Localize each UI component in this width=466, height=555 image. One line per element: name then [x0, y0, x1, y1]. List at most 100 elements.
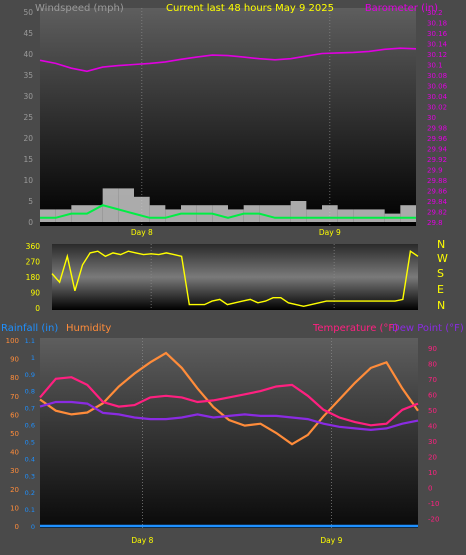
- humidity-tick-label: 0: [15, 523, 19, 531]
- compass-labels: NWSEN: [437, 238, 448, 312]
- compass-label: E: [437, 283, 444, 296]
- day-tick-label: Day 9: [319, 228, 341, 237]
- humidity-tick-label: 40: [10, 449, 19, 457]
- windspeed-tick-label: 30: [23, 92, 33, 101]
- rainfall-tick-label: 0.4: [25, 455, 35, 463]
- temperature-axis-title: Temperature (°F): [312, 323, 398, 334]
- humidity-tick-label: 80: [10, 374, 19, 382]
- temp-hum-x-axis: Day 8 Day 9: [131, 536, 342, 545]
- day-tick-label: Day 8: [131, 228, 153, 237]
- wind-gust-bar: [149, 205, 166, 222]
- rainfall-tick-label: 0: [31, 523, 35, 531]
- day-tick-label: Day 8: [131, 536, 153, 545]
- humidity-axis: 0 10 20 30 40 50 60 70 80 90 100: [6, 337, 19, 531]
- barometer-axis: 29.8 29.82 29.84 29.86 29.88 29.9 29.92 29.94 29…: [427, 9, 448, 227]
- compass-label: N: [437, 299, 445, 312]
- weather-charts: 05101520253035404550 29.829.8229.8429.86…: [1, 3, 464, 545]
- temperature-tick-label: 70: [428, 376, 437, 384]
- rainfall-axis: 0 0.1 0.2 0.3 0.4 0.5 0.6 0.7 0.8 0.9 1 1.1: [25, 337, 35, 531]
- barometer-tick-label: 30.12: [427, 51, 447, 59]
- barometer-tick-label: 30: [427, 114, 436, 122]
- temp-hum-plot-area: [40, 338, 418, 528]
- rainfall-tick-label: 0.9: [25, 371, 35, 379]
- rainfall-tick-label: 0.8: [25, 388, 35, 396]
- rainfall-tick-label: 1: [31, 354, 35, 362]
- wind-gust-bar: [369, 209, 385, 222]
- windspeed-axis-title: Windspeed (mph): [35, 3, 124, 14]
- direction-tick-label: 270: [26, 258, 41, 267]
- barometer-tick-label: 29.96: [427, 135, 448, 143]
- barometer-tick-label: 30.18: [427, 20, 447, 28]
- rainfall-axis-title: Rainfall (in): [1, 323, 58, 334]
- barometer-tick-label: 29.84: [427, 198, 448, 206]
- day-tick-label: Day 9: [320, 536, 342, 545]
- barometer-axis-title: Barometer (in): [365, 3, 438, 14]
- temperature-tick-label: -10: [428, 500, 439, 508]
- barometer-tick-label: 30.1: [427, 62, 443, 70]
- humidity-tick-label: 50: [10, 430, 19, 438]
- windspeed-tick-label: 50: [23, 8, 33, 17]
- wind-gust-bar: [337, 209, 354, 222]
- direction-plot-area: [52, 244, 418, 310]
- temperature-tick-label: 60: [428, 391, 437, 399]
- windspeed-tick-label: 40: [23, 50, 33, 59]
- rainfall-tick-label: 0.1: [25, 506, 35, 514]
- humidity-tick-label: 60: [10, 411, 19, 419]
- humidity-tick-label: 30: [10, 467, 19, 475]
- windspeed-tick-label: 25: [23, 113, 33, 122]
- compass-label: N: [437, 238, 445, 251]
- temperature-tick-label: 40: [428, 422, 437, 430]
- humidity-tick-label: 10: [10, 504, 19, 512]
- windspeed-tick-label: 5: [28, 197, 33, 206]
- wind-gust-bar: [306, 209, 322, 222]
- barometer-tick-label: 29.86: [427, 188, 448, 196]
- rainfall-tick-label: 0.5: [25, 438, 35, 446]
- wind-gust-bar: [40, 209, 56, 222]
- barometer-tick-label: 29.9: [427, 167, 443, 175]
- temperature-tick-label: 10: [428, 469, 437, 477]
- humidity-tick-label: 70: [10, 393, 19, 401]
- direction-tick-label: 360: [26, 242, 41, 251]
- wind-gust-bar: [400, 205, 416, 222]
- windspeed-tick-label: 35: [23, 71, 33, 80]
- windspeed-tick-label: 10: [23, 176, 33, 185]
- temperature-tick-label: 90: [428, 345, 437, 353]
- barometer-tick-label: 30.04: [427, 93, 448, 101]
- dewpoint-axis-title: Dew Point (°F): [392, 323, 464, 334]
- wind-gust-bar: [290, 201, 307, 222]
- wind-baro-plot-area: [40, 8, 416, 226]
- barometer-tick-label: 29.8: [427, 219, 443, 227]
- windspeed-tick-label: 20: [23, 134, 33, 143]
- temperature-tick-label: 80: [428, 360, 437, 368]
- compass-label: W: [437, 252, 448, 265]
- barometer-tick-label: 29.98: [427, 125, 447, 133]
- direction-tick-label: 180: [26, 273, 41, 282]
- wind-gust-bar: [87, 205, 103, 222]
- temperature-tick-label: 0: [428, 484, 432, 492]
- wind-gust-bar: [322, 205, 338, 222]
- rainfall-tick-label: 1.1: [25, 337, 35, 345]
- windspeed-tick-label: 15: [23, 155, 33, 164]
- wind-gust-bar: [118, 188, 134, 222]
- temperature-tick-label: -20: [428, 515, 439, 523]
- rainfall-tick-label: 0.2: [25, 489, 35, 497]
- temperature-tick-label: 50: [428, 407, 437, 415]
- chart-title: Current last 48 hours May 9 2025: [166, 3, 334, 14]
- direction-tick-label: 0: [35, 304, 40, 313]
- barometer-tick-label: 30.14: [427, 41, 448, 49]
- windspeed-tick-label: 45: [23, 29, 33, 38]
- wind-gust-bar: [275, 205, 291, 222]
- humidity-axis-title: Humidity: [66, 323, 111, 334]
- rainfall-tick-label: 0.3: [25, 472, 35, 480]
- compass-label: S: [437, 267, 444, 280]
- wind-gust-bar: [353, 209, 369, 222]
- barometer-tick-label: 29.94: [427, 146, 448, 154]
- windspeed-axis: 0 5 10 15 20 25 30 35 40 45 50: [23, 8, 33, 227]
- rainfall-tick-label: 0.7: [25, 405, 35, 413]
- barometer-tick-label: 30.02: [427, 104, 447, 112]
- barometer-tick-label: 29.88: [427, 177, 447, 185]
- barometer-tick-label: 29.92: [427, 156, 447, 164]
- temperature-tick-label: 30: [428, 438, 437, 446]
- temperature-tick-label: 20: [428, 453, 437, 461]
- windspeed-tick-label: 0: [28, 218, 33, 227]
